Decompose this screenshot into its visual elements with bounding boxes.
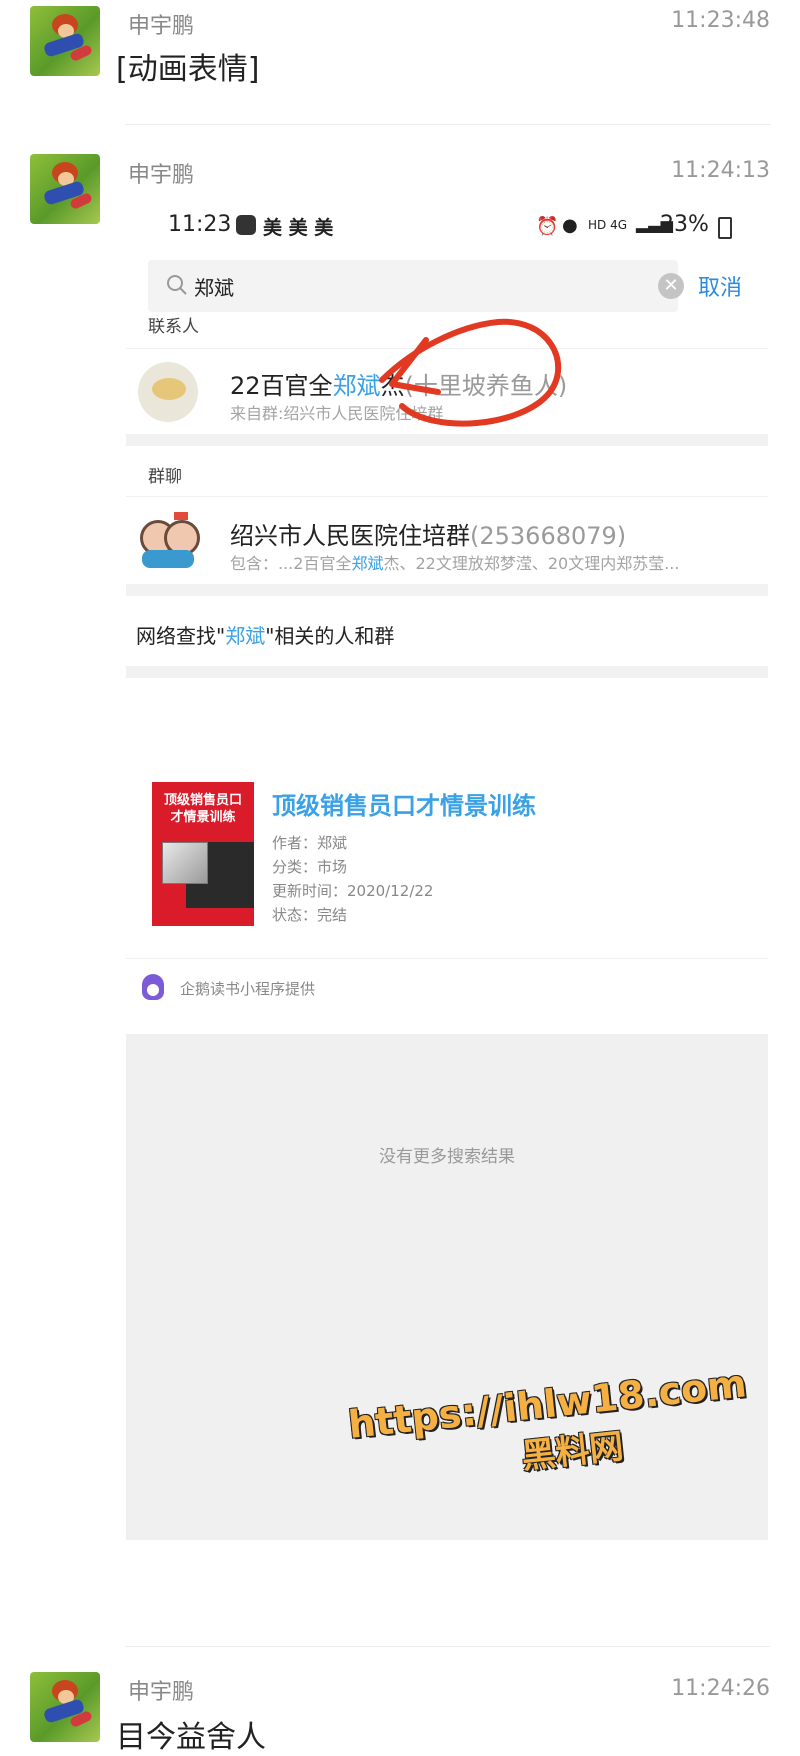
- message-time: 11:24:26: [671, 1676, 770, 1701]
- message-time: 11:24:13: [671, 158, 770, 183]
- book-category: 分类：市场: [272, 858, 348, 876]
- search-input[interactable]: 郑斌 ✕: [148, 260, 684, 312]
- sender-name: 申宇鹏: [128, 163, 195, 188]
- sender-avatar[interactable]: [30, 154, 100, 224]
- book-title[interactable]: 顶级销售员口才情景训练: [272, 786, 536, 821]
- groups-section-header: 群聊: [148, 467, 182, 487]
- location-icon: ●: [562, 215, 578, 236]
- search-icon: [167, 275, 187, 295]
- battery-percent: 23%: [660, 212, 709, 237]
- battery-icon: [718, 217, 732, 239]
- app-notification-icon: [236, 215, 256, 235]
- book-cover-text: 顶级销售员口才情景训练: [163, 793, 242, 825]
- no-more-results: 没有更多搜索结果: [379, 1147, 515, 1167]
- penguin-reading-icon: [142, 974, 164, 1000]
- group-avatar[interactable]: [138, 512, 200, 572]
- book-updated: 更新时间：2020/12/22: [272, 882, 434, 900]
- book-author: 作者：郑斌: [272, 834, 348, 852]
- sender-avatar[interactable]: [30, 6, 100, 76]
- message-divider: [125, 124, 770, 125]
- message-divider: [125, 1646, 770, 1647]
- clear-search-icon[interactable]: ✕: [658, 273, 684, 299]
- group-members: 包含：...2百官全郑斌杰、22文理放郑梦滢、20文理内郑苏莹...: [230, 554, 680, 573]
- network-indicators: HD 4G: [588, 218, 628, 232]
- search-query: 郑斌: [194, 276, 234, 300]
- network-search-link[interactable]: 网络查找"郑斌"相关的人和群: [136, 620, 394, 649]
- sender-name: 申宇鹏: [128, 14, 195, 39]
- message-time: 11:23:48: [671, 8, 770, 33]
- contacts-section-header: 联系人: [148, 317, 199, 337]
- red-annotation-circle: [379, 318, 562, 427]
- cancel-button[interactable]: 取消: [698, 270, 742, 302]
- message-text[interactable]: [动画表情]: [116, 44, 259, 88]
- alarm-icon: ⏰: [536, 216, 559, 237]
- status-carriers: 美 美 美: [263, 217, 334, 239]
- book-cover[interactable]: 顶级销售员口才情景训练: [152, 782, 254, 926]
- message-text[interactable]: 目今益舍人: [116, 1712, 266, 1756]
- book-status: 状态：完结: [272, 906, 348, 924]
- sender-name: 申宇鹏: [128, 1680, 195, 1705]
- status-time: 11:23: [168, 212, 232, 237]
- contact-avatar[interactable]: [138, 362, 198, 422]
- group-result-name[interactable]: 绍兴市人民医院住培群(253668079): [230, 516, 626, 551]
- provider-text: 企鹅读书小程序提供: [180, 980, 316, 998]
